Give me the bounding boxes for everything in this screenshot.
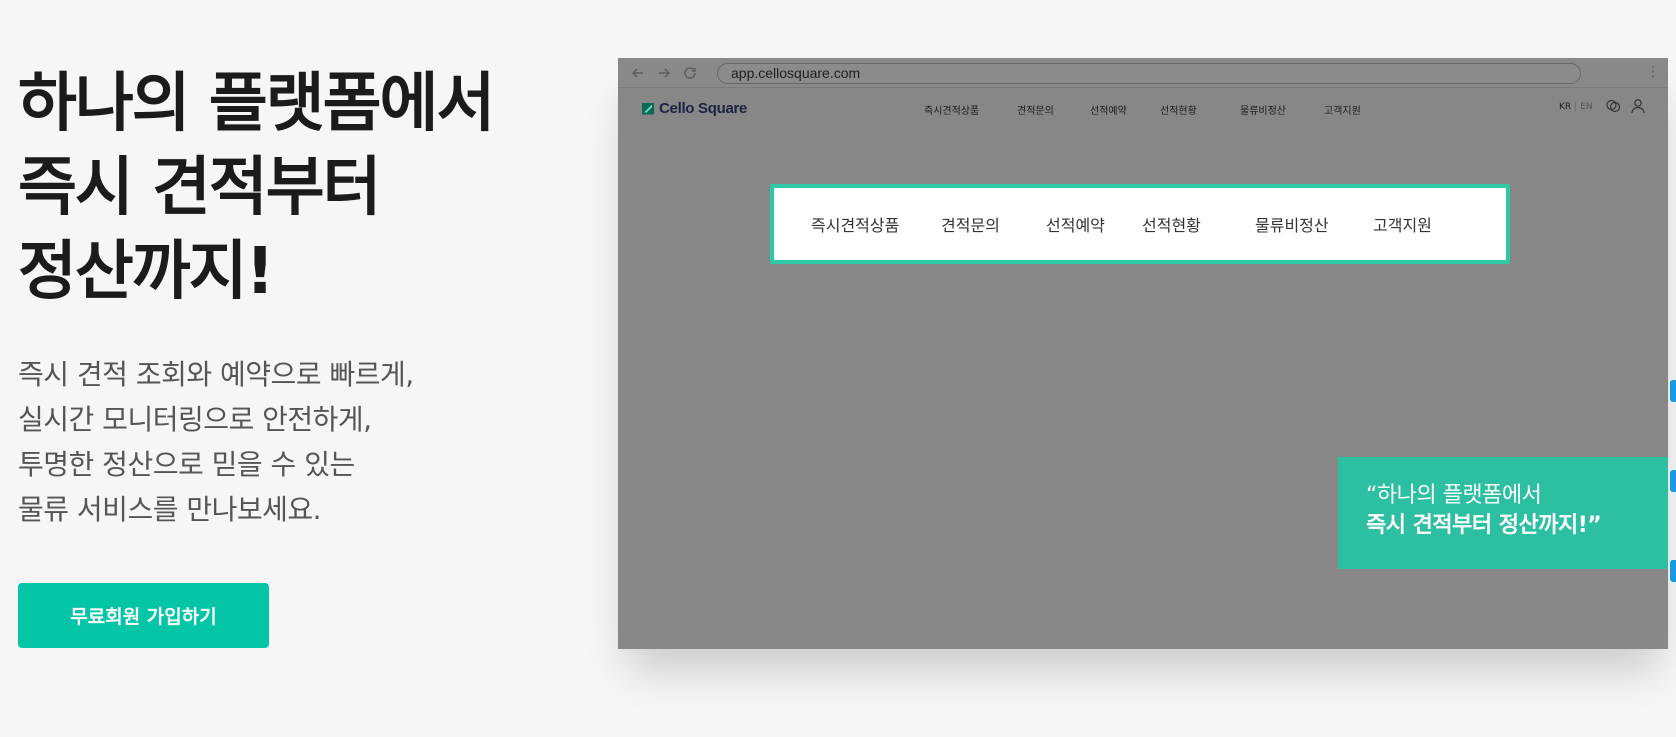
panel-item-tracking[interactable]: 선적현황 [1142,212,1201,236]
hero-title: 하나의 플랫폼에서 즉시 견적부터 정산까지! [18,62,578,314]
nav-item-settlement[interactable]: 물류비정산 [1240,102,1286,117]
forward-arrow-icon[interactable] [652,61,676,85]
reload-icon[interactable] [678,61,702,85]
panel-item-quote-inquiry[interactable]: 견적문의 [941,212,1000,236]
more-vertical-icon[interactable]: ⋮ [1646,64,1660,80]
site-header: Cello Square 즉시견적상품 견적문의 선적예약 선적현황 물류비정산… [618,88,1668,130]
hero-title-line: 즉시 견적부터 [18,151,382,225]
nav-item-booking[interactable]: 선적예약 [1090,102,1127,117]
edge-dot [1670,380,1676,402]
site-logo[interactable]: Cello Square [642,100,747,117]
highlighted-menu-panel: 즉시견적상품 견적문의 선적예약 선적현황 물류비정산 고객지원 [770,184,1510,264]
logo-text: Cello Square [659,100,748,117]
nav-item-support[interactable]: 고객지원 [1324,102,1361,117]
nav-item-quote-inquiry[interactable]: 견적문의 [1017,102,1054,117]
panel-item-quote-products[interactable]: 즉시견적상품 [811,212,899,236]
logo-mark-icon [642,102,654,115]
quote-callout: “하나의 플랫폼에서 즉시 견적부터 정산까지!” [1338,457,1668,569]
browser-toolbar: app.cellosquare.com ⋮ [618,58,1668,88]
hero-title-line: 하나의 플랫폼에서 [18,67,495,141]
language-switch[interactable]: KR | EN [1559,102,1593,112]
panel-item-support[interactable]: 고객지원 [1373,212,1432,236]
quote-line: “하나의 플랫폼에서 [1366,483,1542,508]
browser-mockup: app.cellosquare.com ⋮ Cello Square 즉시견적상… [618,58,1668,649]
lang-kr[interactable]: KR [1559,102,1571,112]
hero-desc-line: 물류 서비스를 만나보세요. [18,493,322,526]
hero-desc-line: 투명한 정산으로 믿을 수 있는 [18,448,355,481]
edge-indicators [1670,380,1676,650]
hero-desc-line: 즉시 견적 조회와 예약으로 빠르게, [18,358,414,391]
panel-item-settlement[interactable]: 물류비정산 [1255,212,1329,236]
address-bar[interactable]: app.cellosquare.com [717,63,1581,84]
nav-item-quote-products[interactable]: 즉시견적상품 [924,102,979,117]
edge-dot [1670,560,1676,582]
quote-line: 즉시 견적부터 정산까지!” [1366,513,1602,538]
nav-item-tracking[interactable]: 선적현황 [1160,102,1197,117]
hero-desc-line: 실시간 모니터링으로 안전하게, [18,403,372,436]
edge-dot [1670,470,1676,492]
hero-description: 즉시 견적 조회와 예약으로 빠르게, 실시간 모니터링으로 안전하게, 투명한… [18,352,578,532]
chat-icon[interactable] [1605,98,1621,114]
back-arrow-icon[interactable] [626,61,650,85]
hero-title-line: 정산까지! [18,235,275,309]
hero-section: 하나의 플랫폼에서 즉시 견적부터 정산까지! 즉시 견적 조회와 예약으로 빠… [18,62,578,532]
lang-en[interactable]: EN [1580,102,1592,112]
panel-item-booking[interactable]: 선적예약 [1046,212,1105,236]
user-icon[interactable] [1630,98,1646,114]
signup-button[interactable]: 무료회원 가입하기 [18,583,269,648]
